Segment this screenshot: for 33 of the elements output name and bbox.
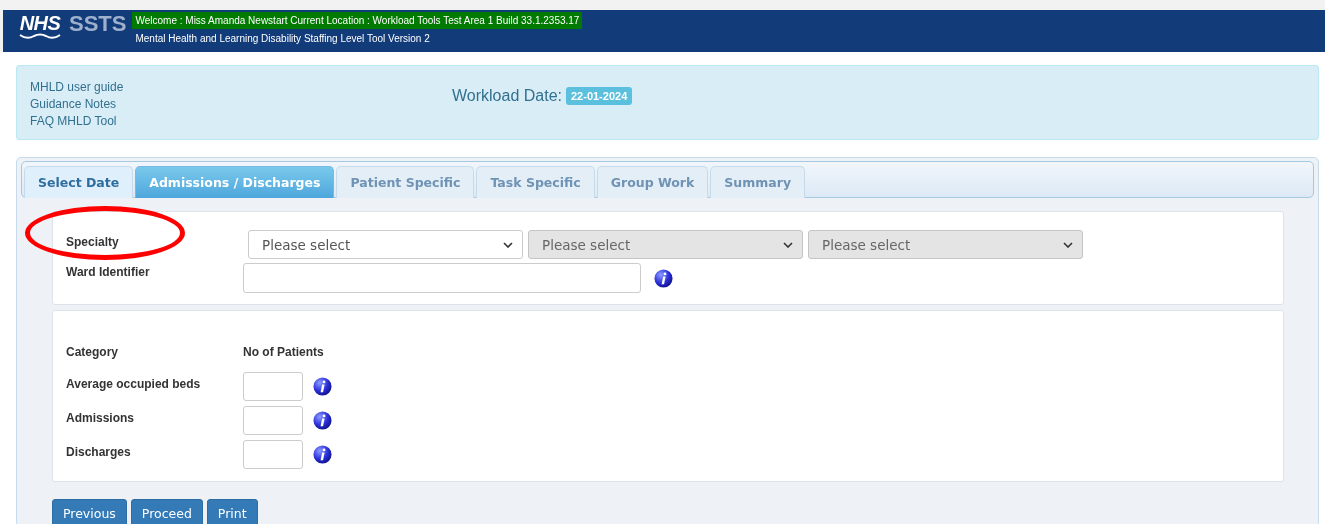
- nhs-logo: NHS: [19, 13, 61, 33]
- column-header: Category: [66, 345, 119, 359]
- brand-name: SSTS: [69, 12, 127, 36]
- welcome-banner: Welcome : Miss Amanda Newstart Current Location : Workload Tools Test Area 1 Build 33.1.2353.17: [132, 12, 583, 29]
- info-icon[interactable]: [654, 268, 673, 288]
- info-icon[interactable]: [313, 377, 332, 396]
- field-label: Ward Identifier: [66, 265, 151, 279]
- input-field[interactable]: [243, 406, 303, 435]
- dropdown[interactable]: Please select: [248, 230, 523, 259]
- nav-button[interactable]: Print: [206, 499, 258, 524]
- column-header: No of Patients: [243, 345, 325, 359]
- chevron-icon: [783, 241, 793, 248]
- info-icon[interactable]: [313, 445, 332, 464]
- chevron-icon: [503, 241, 513, 248]
- date-badge: 22-01-2024: [566, 87, 633, 105]
- input-field[interactable]: [243, 440, 303, 469]
- nav-button[interactable]: Previous: [52, 499, 127, 524]
- chevron-icon: [1063, 241, 1073, 248]
- info-icon[interactable]: [313, 411, 332, 430]
- help-link[interactable]: FAQ MHLD Tool: [30, 113, 117, 130]
- category-label: Average occupied beds: [66, 376, 202, 391]
- help-link[interactable]: Guidance Notes: [30, 96, 117, 113]
- wave-icon: [19, 33, 61, 40]
- workload-date-label: Workload Date:: [452, 87, 562, 105]
- tab[interactable]: Select Date: [24, 166, 134, 198]
- help-link[interactable]: MHLD user guide: [30, 79, 124, 96]
- nav-button[interactable]: Proceed: [130, 499, 203, 524]
- app-subtitle: Mental Health and Learning Disability Staffing Level Tool Version 2: [134, 32, 431, 45]
- input-field[interactable]: [243, 372, 303, 401]
- field-label: Specialty: [66, 234, 120, 249]
- category-label: Discharges: [66, 444, 132, 459]
- input-field[interactable]: [243, 263, 641, 293]
- category-label: Admissions: [66, 410, 135, 425]
